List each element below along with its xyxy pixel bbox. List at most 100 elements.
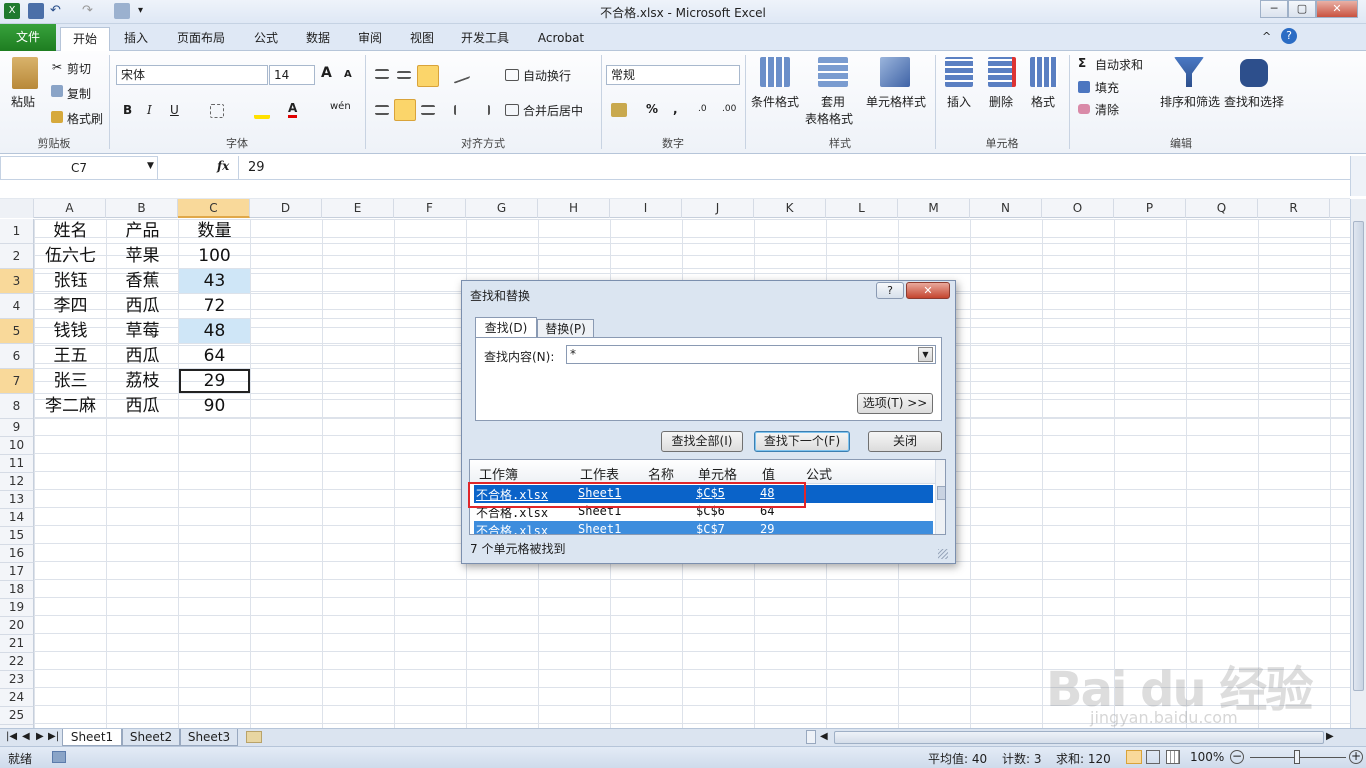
tab-insert[interactable]: 插入	[114, 27, 158, 51]
tab-view[interactable]: 视图	[400, 27, 444, 51]
fill-button[interactable]: 填充	[1095, 79, 1119, 96]
col-name[interactable]: 名称	[648, 464, 674, 483]
zoom-out-icon[interactable]: −	[1230, 750, 1244, 764]
vertical-scrollbar[interactable]	[1350, 199, 1366, 728]
font-size-select[interactable]: 14	[269, 65, 315, 85]
currency-icon[interactable]	[611, 103, 627, 117]
tab-acrobat[interactable]: Acrobat	[530, 27, 592, 51]
orientation-icon[interactable]	[454, 66, 470, 84]
cell-a5[interactable]: 钱钱	[35, 319, 106, 343]
font-color-button[interactable]: A	[288, 101, 298, 118]
name-box-dropdown-icon[interactable]: ▼	[147, 161, 154, 171]
tab-page-layout[interactable]: 页面布局	[168, 27, 234, 51]
find-all-button[interactable]: 查找全部(I)	[661, 431, 743, 452]
fill-color-icon[interactable]	[254, 103, 270, 119]
find-what-input[interactable]: *	[566, 345, 936, 364]
results-scrollbar[interactable]	[935, 460, 945, 534]
tab-data[interactable]: 数据	[296, 27, 340, 51]
cell-a8[interactable]: 李二麻	[35, 394, 106, 418]
cell-c7[interactable]: 29	[179, 369, 250, 393]
column-header-n[interactable]: N	[970, 199, 1042, 218]
dialog-help-button[interactable]: ?	[876, 282, 904, 299]
formula-input[interactable]: 29	[248, 160, 265, 175]
clear-icon[interactable]	[1078, 104, 1090, 114]
formula-expand-button[interactable]	[1350, 156, 1366, 196]
paste-button[interactable]: 粘贴	[11, 93, 35, 110]
maximize-button[interactable]: ▢	[1288, 0, 1316, 18]
increase-indent-icon[interactable]	[476, 105, 490, 115]
column-header-g[interactable]: G	[466, 199, 538, 218]
insert-function-button[interactable]: fx	[217, 159, 229, 173]
grow-font-button[interactable]: A	[321, 65, 332, 81]
find-history-dropdown-icon[interactable]: ▼	[918, 347, 933, 362]
column-header-e[interactable]: E	[322, 199, 394, 218]
horizontal-scroll-thumb[interactable]	[834, 731, 1324, 744]
copy-button[interactable]: 复制	[67, 85, 91, 102]
column-header-j[interactable]: J	[682, 199, 754, 218]
column-header-c[interactable]: C	[178, 199, 250, 218]
italic-button[interactable]: I	[147, 103, 152, 117]
delete-cells-icon[interactable]	[988, 57, 1016, 87]
tab-home[interactable]: 开始	[60, 27, 110, 51]
percent-button[interactable]: %	[646, 102, 658, 116]
scroll-right-icon[interactable]: ▶	[1326, 731, 1334, 742]
find-next-button[interactable]: 查找下一个(F)	[754, 431, 850, 452]
column-header-b[interactable]: B	[106, 199, 178, 218]
select-all-button[interactable]	[0, 199, 34, 218]
phonetic-button[interactable]: wén	[330, 101, 351, 112]
insert-cells-button[interactable]: 插入	[947, 93, 971, 110]
tab-file[interactable]: 文件	[0, 24, 56, 51]
align-top-icon[interactable]	[375, 69, 389, 79]
format-painter-icon[interactable]	[51, 111, 63, 123]
zoom-in-icon[interactable]: +	[1349, 750, 1363, 764]
sort-filter-button[interactable]: 排序和筛选	[1160, 93, 1220, 110]
autosum-icon[interactable]: Σ	[1078, 56, 1086, 70]
zoom-slider-thumb[interactable]	[1294, 750, 1300, 764]
cell-b7[interactable]: 荔枝	[107, 369, 178, 393]
result-row[interactable]: 不合格.xlsx Sheet1 $C$7 29	[474, 521, 933, 534]
increase-decimal-icon[interactable]: .0	[698, 104, 707, 114]
cell-a1[interactable]: 姓名	[35, 219, 106, 243]
cut-button[interactable]: 剪切	[67, 60, 91, 77]
zoom-level[interactable]: 100%	[1190, 750, 1224, 764]
format-cells-button[interactable]: 格式	[1031, 93, 1055, 110]
align-right-icon[interactable]	[421, 105, 435, 115]
column-header-r[interactable]: R	[1258, 199, 1330, 218]
cell-b4[interactable]: 西瓜	[107, 294, 178, 318]
font-name-select[interactable]: 宋体	[116, 65, 268, 85]
cell-styles-icon[interactable]	[880, 57, 910, 87]
page-break-view-icon[interactable]	[1166, 750, 1180, 764]
tab-split-handle[interactable]	[806, 730, 816, 744]
sheet-tab-3[interactable]: Sheet3	[180, 729, 238, 746]
column-header-d[interactable]: D	[250, 199, 322, 218]
cell-a7[interactable]: 张三	[35, 369, 106, 393]
col-formula[interactable]: 公式	[806, 464, 832, 483]
col-workbook[interactable]: 工作簿	[479, 464, 518, 483]
next-sheet-icon[interactable]: ▶	[36, 731, 44, 742]
align-center-icon[interactable]	[394, 99, 416, 121]
cell-c8[interactable]: 90	[179, 394, 250, 418]
column-header-i[interactable]: I	[610, 199, 682, 218]
cell-b3[interactable]: 香蕉	[107, 269, 178, 293]
column-header-h[interactable]: H	[538, 199, 610, 218]
resize-grip-icon[interactable]	[938, 549, 948, 559]
tab-review[interactable]: 审阅	[348, 27, 392, 51]
help-icon[interactable]: ?	[1281, 28, 1297, 44]
shrink-font-button[interactable]: A	[344, 69, 352, 80]
autosum-button[interactable]: 自动求和	[1095, 56, 1143, 73]
column-header-k[interactable]: K	[754, 199, 826, 218]
conditional-format-button[interactable]: 条件格式	[751, 93, 799, 110]
cell-a3[interactable]: 张钰	[35, 269, 106, 293]
last-sheet-icon[interactable]: ▶|	[48, 731, 59, 742]
wrap-text-button[interactable]: 自动换行	[523, 67, 571, 84]
decrease-indent-icon[interactable]	[454, 105, 468, 115]
cell-c5[interactable]: 48	[179, 319, 250, 343]
find-select-button[interactable]: 查找和选择	[1224, 93, 1284, 110]
cell-a2[interactable]: 伍六七	[35, 244, 106, 268]
format-as-table-icon[interactable]	[818, 57, 848, 87]
cell-a4[interactable]: 李四	[35, 294, 106, 318]
results-scroll-thumb[interactable]	[937, 486, 945, 500]
tab-developer[interactable]: 开发工具	[452, 27, 518, 51]
column-header-q[interactable]: Q	[1186, 199, 1258, 218]
ribbon-collapse-icon[interactable]: ^	[1262, 30, 1271, 43]
